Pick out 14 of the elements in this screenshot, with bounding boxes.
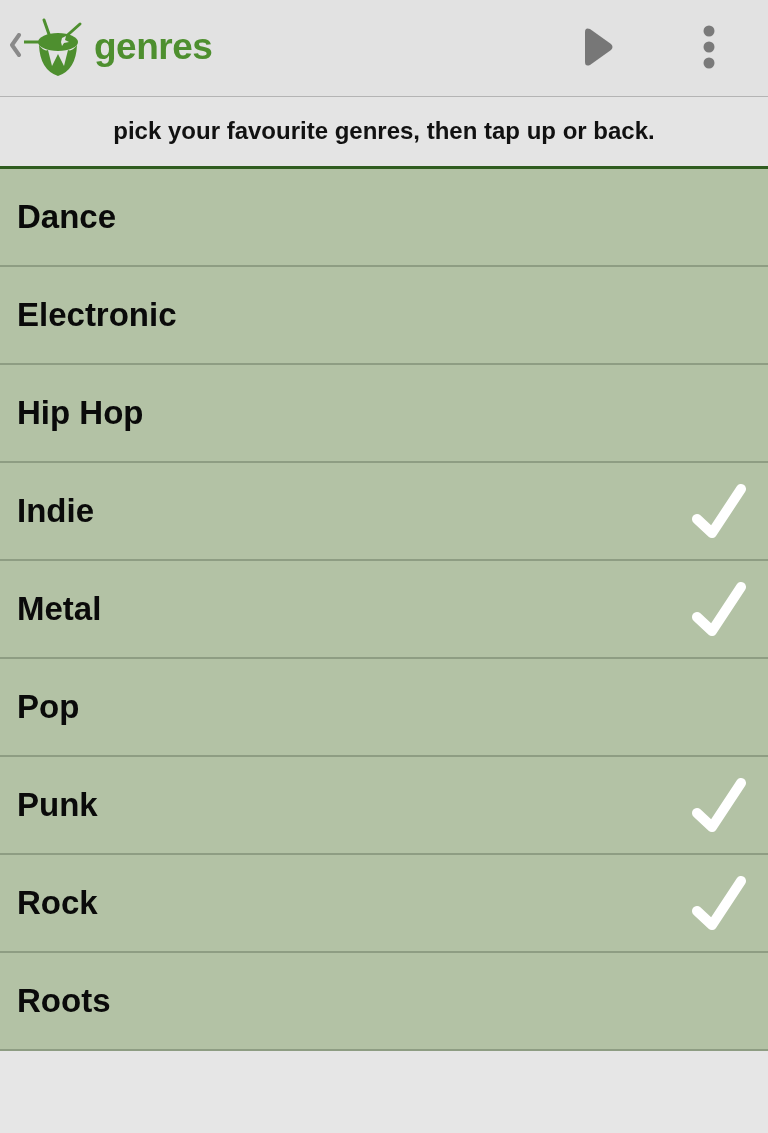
genre-item[interactable]: Pop (0, 659, 768, 757)
genre-item[interactable]: Dance (0, 169, 768, 267)
genre-item[interactable]: Hip Hop (0, 365, 768, 463)
chevron-left-icon[interactable] (8, 33, 22, 57)
app-title: genres (94, 27, 213, 65)
genre-item[interactable]: Rock (0, 855, 768, 953)
drum-logo-icon (24, 18, 84, 78)
genre-item[interactable]: Metal (0, 561, 768, 659)
genre-item[interactable]: Indie (0, 463, 768, 561)
genre-item[interactable]: Punk (0, 757, 768, 855)
genre-item[interactable]: Electronic (0, 267, 768, 365)
overflow-menu-icon[interactable] (703, 25, 715, 69)
genre-item[interactable]: Roots (0, 953, 768, 1051)
instruction-text: pick your favourite genres, then tap up or back. (113, 115, 655, 146)
